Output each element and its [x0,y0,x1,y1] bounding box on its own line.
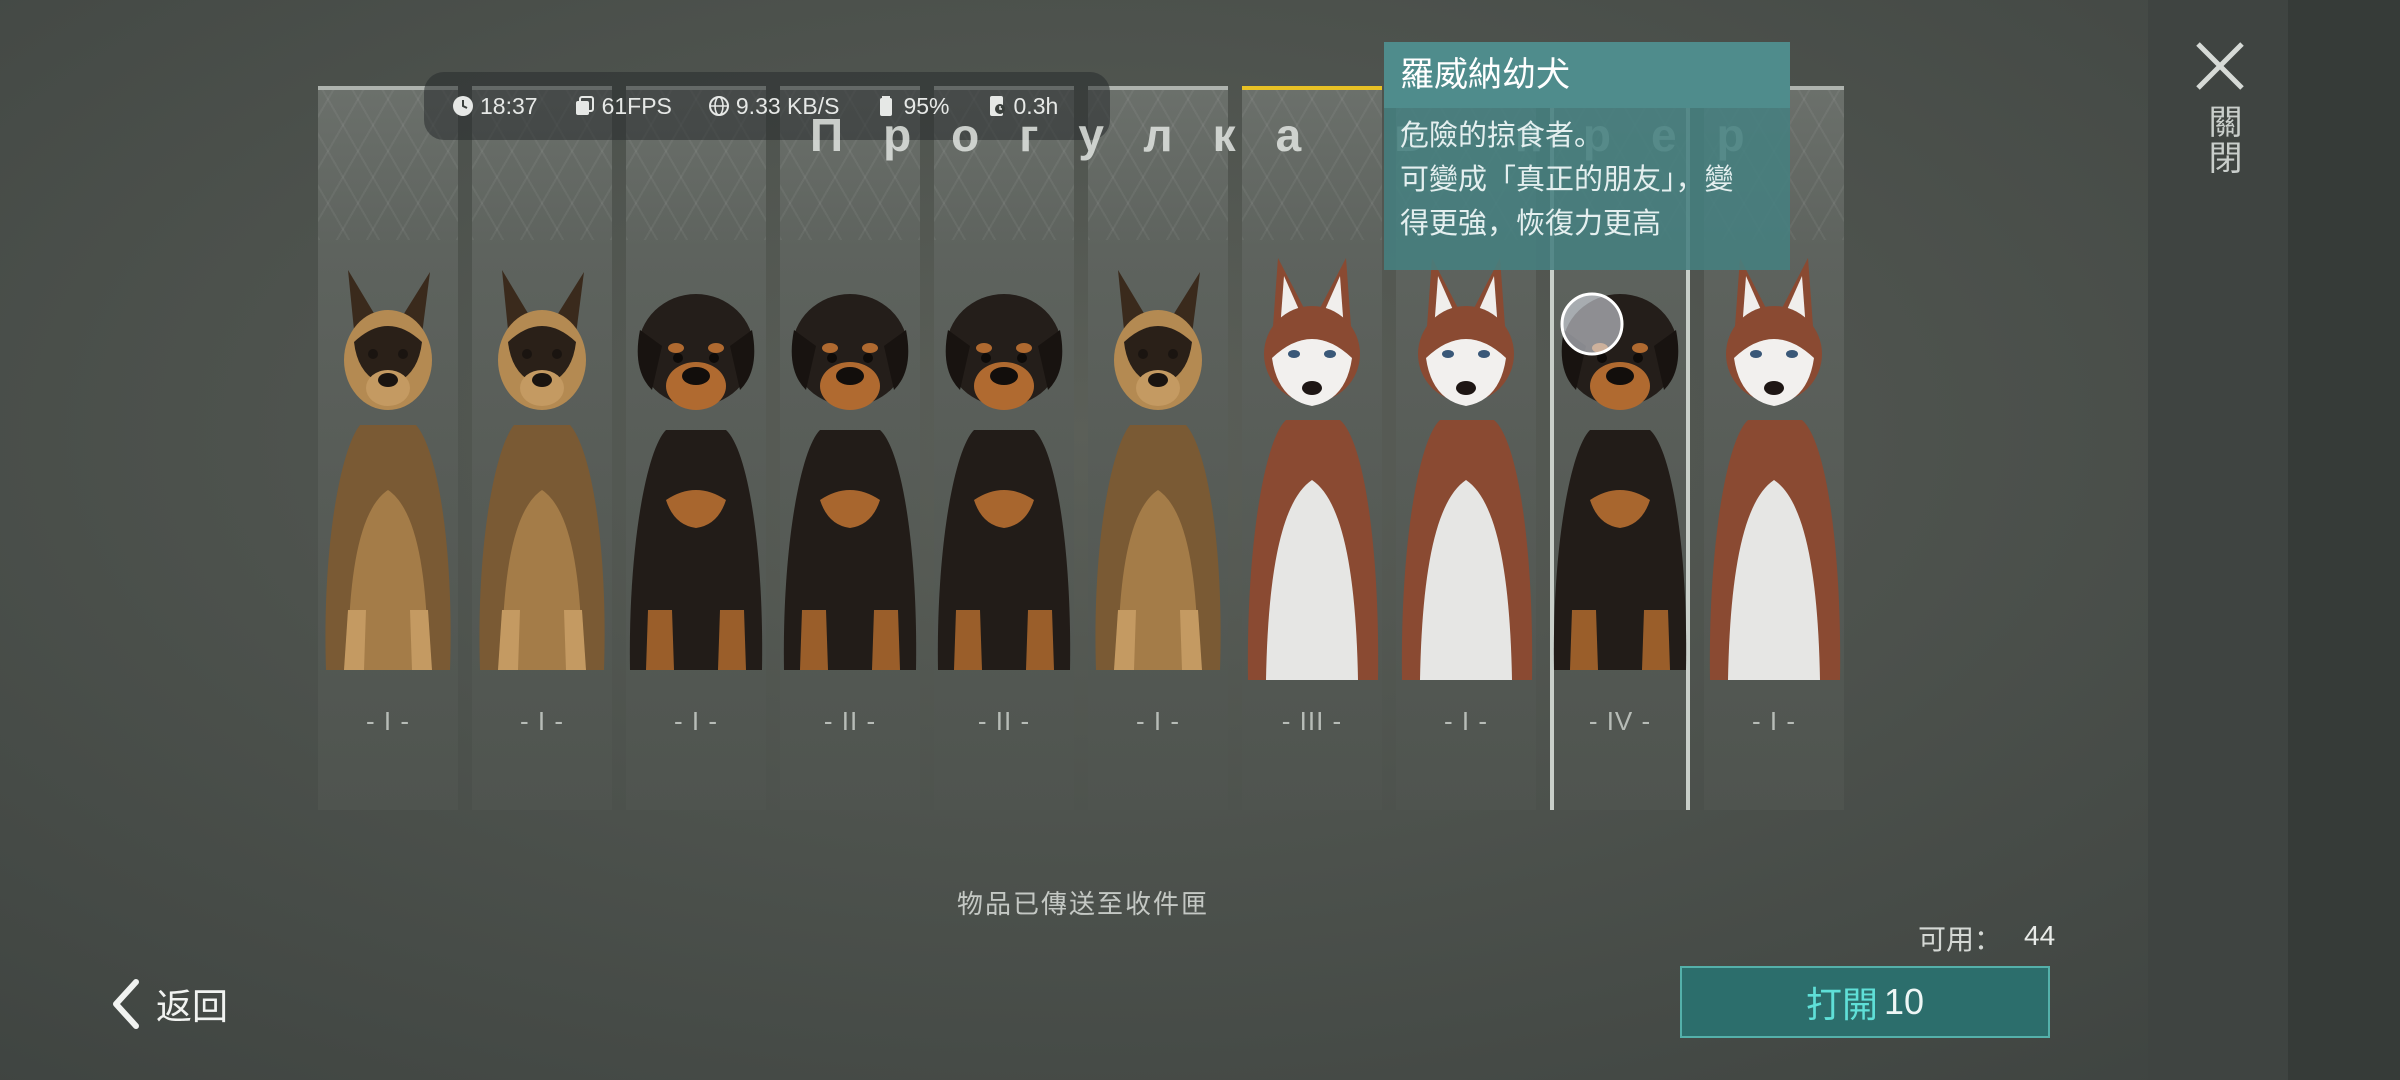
husky-puppy-image [1401,258,1533,680]
shepherd-puppy-image [479,270,605,670]
rarity-label: - IV - [1588,706,1652,736]
available-label: 可用： [1918,924,2003,955]
tooltip-line: 危險的掠食者。 [1400,120,1604,152]
tooltip-title: 羅威納幼犬 [1384,42,1790,108]
clock-value: 18:37 [480,92,538,119]
item-tooltip: 羅威納幼犬 危險的掠食者。 可變成「真正的朋友」，變 得更強，恢復力更高 [1384,42,1790,270]
copy-icon [575,96,594,115]
inbox-notice: 物品已傳送至收件匣 [956,889,1209,919]
reward-card[interactable]: - I - [1088,86,1228,810]
shepherd-puppy-image [325,270,451,670]
rarity-label: - I - [1136,706,1180,736]
reward-card[interactable]: - II - [934,86,1074,810]
rarity-label: - II - [823,706,877,736]
shepherd-puppy-image [1095,270,1221,670]
reward-card[interactable]: - I - [318,86,458,810]
rarity-label: - I - [674,706,718,736]
husky-puppy-image [1709,258,1841,680]
rottweiler-puppy-image [629,294,763,670]
rarity-label: - I - [1444,706,1488,736]
close-icon [2196,42,2244,90]
rarity-label: - I - [366,706,410,736]
back-button[interactable]: 返回 [108,976,228,1032]
clock-status: 18:37 [452,93,538,120]
open-button-count: 10 [1883,981,1925,1022]
chevron-left-icon [113,979,139,1029]
open-button-verb: 打開 [1805,984,1878,1025]
rarity-label: - I - [1752,706,1796,736]
reward-card[interactable]: - I - [626,86,766,810]
husky-puppy-image [1247,258,1379,680]
fps-value: 61FPS [601,92,672,119]
tooltip-line: 得更強，恢復力更高 [1400,208,1662,240]
rarity-label: - II - [977,706,1031,736]
reward-card[interactable]: - II - [780,86,920,810]
rarity-label: - III - [1281,706,1343,736]
tooltip-description: 危險的掠食者。 可變成「真正的朋友」，變 得更強，恢復力更高 [1384,108,1790,246]
fps-status: 61FPS [574,93,672,120]
close-label[interactable]: 關閉 [2198,104,2247,176]
rottweiler-puppy-image [937,294,1071,670]
close-button[interactable] [2192,38,2248,94]
back-label: 返回 [156,986,229,1027]
reward-card[interactable]: - I - [472,86,612,810]
rottweiler-puppy-image [1553,292,1687,670]
available-count: 44 [2024,920,2056,951]
clock-icon [453,96,473,116]
reward-card-selected[interactable]: - III - [1242,86,1382,810]
right-edge [2288,0,2400,1080]
rottweiler-puppy-image [783,294,917,670]
rarity-label: - I - [520,706,564,736]
globe-icon [708,96,729,116]
tooltip-line: 可變成「真正的朋友」，變 [1400,164,1734,196]
open-ten-button[interactable]: 打開 10 [1680,966,2050,1038]
